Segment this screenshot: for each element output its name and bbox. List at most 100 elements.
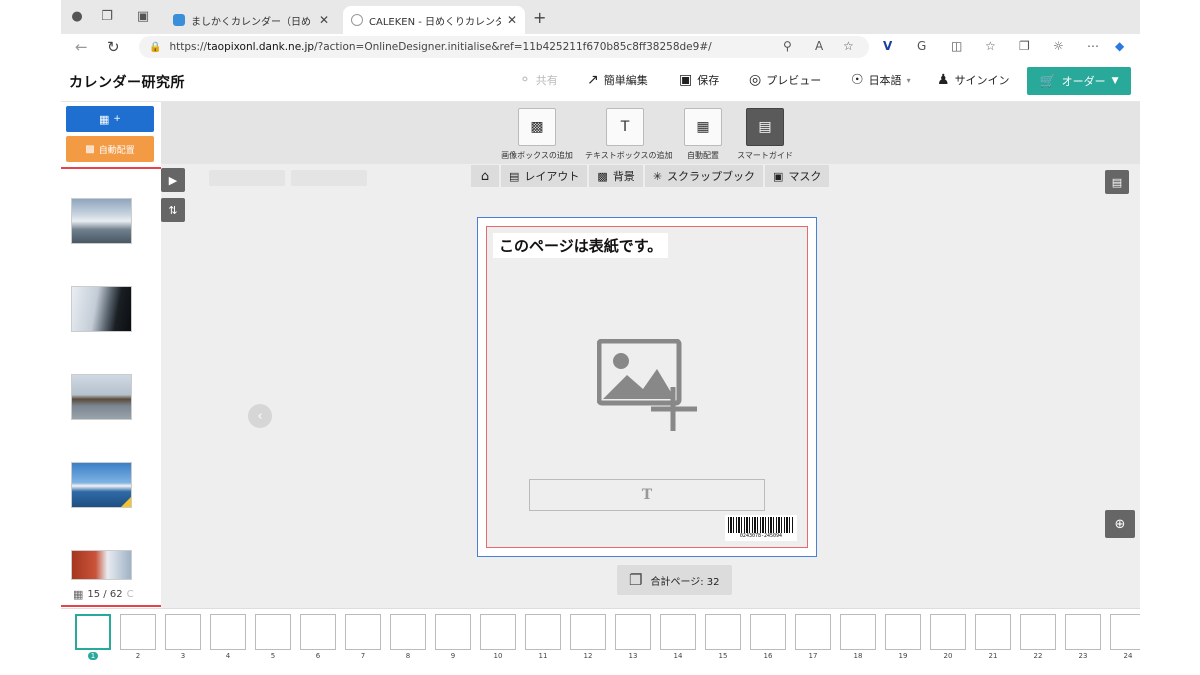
photo-panel: ▦ + ▩ 自動配置 ▦ 15 / 62 C	[61, 102, 166, 608]
page-thumbnail[interactable]	[255, 614, 291, 650]
page-thumbnail[interactable]	[1110, 614, 1140, 650]
text-placeholder-box[interactable]: T	[529, 479, 765, 511]
external-edit-icon: ↗	[587, 72, 599, 88]
scrapbook-icon: ✳	[652, 169, 663, 183]
back-icon[interactable]: ←	[75, 38, 88, 56]
page-thumbnail[interactable]	[1020, 614, 1056, 650]
pages-icon: ❐	[629, 571, 643, 589]
page-thumbnail[interactable]	[345, 614, 381, 650]
url-field[interactable]: 🔒 https://taopixonl.dank.ne.jp/?action=O…	[139, 36, 869, 58]
chevron-down-icon: ▼	[1111, 76, 1119, 86]
close-tab-icon[interactable]: ✕	[319, 13, 329, 27]
read-aloud-icon[interactable]: A	[815, 39, 823, 53]
zoom-button[interactable]: ⊕	[1105, 510, 1135, 538]
eye-icon: ◎	[749, 72, 762, 88]
page-thumbnail[interactable]	[570, 614, 606, 650]
tab-title: CALEKEN - 日めくりカレンダーを	[369, 16, 501, 28]
page-thumbnail[interactable]	[120, 614, 156, 650]
page-thumbnail[interactable]	[435, 614, 471, 650]
page-thumbnail[interactable]	[300, 614, 336, 650]
page-number: 15	[718, 652, 728, 660]
page-number: 10	[493, 652, 503, 660]
profile-icon[interactable]: ●	[69, 9, 85, 25]
add-text-box-tool[interactable]: T テキストボックスの追加	[585, 108, 673, 161]
copilot-icon[interactable]: ◆	[1115, 39, 1124, 53]
save-button[interactable]: ▣ 保存	[679, 72, 719, 88]
page-thumbnail[interactable]	[975, 614, 1011, 650]
disabled-control	[291, 170, 367, 186]
tab-background[interactable]: ▩ 背景	[589, 165, 643, 187]
auto-place-icon: ▦	[684, 108, 722, 146]
page-thumbnail[interactable]	[840, 614, 876, 650]
app-frame: ● ❐ ▣ ましかくカレンダー（日めくり） - ✕ CALEKEN - 日めくり…	[61, 0, 1140, 675]
more-menu-icon[interactable]: ⋯	[1087, 39, 1099, 53]
workspaces-icon[interactable]: ❐	[99, 9, 115, 25]
chevron-left-icon: ‹	[257, 408, 263, 424]
cover-text-box[interactable]: このページは表紙です。	[493, 233, 669, 258]
page-settings-button[interactable]: ▤	[1105, 170, 1129, 194]
page-thumbnail[interactable]	[210, 614, 246, 650]
share-icon: ⚬	[519, 72, 531, 88]
tab-layout[interactable]: ▤ レイアウト	[501, 165, 588, 187]
favorites-icon[interactable]: ☆	[985, 39, 996, 53]
smart-guide-tool[interactable]: ▤ スマートガイド	[725, 108, 805, 161]
language-select[interactable]: ☉ 日本語 ▾	[851, 72, 911, 88]
new-tab-icon[interactable]: +	[533, 8, 546, 27]
share-button[interactable]: ⚬ 共有	[519, 72, 558, 88]
page-thumbnail[interactable]	[480, 614, 516, 650]
page-thumbnail[interactable]	[705, 614, 741, 650]
page-thumbnail[interactable]	[930, 614, 966, 650]
barcode-bars	[728, 517, 794, 533]
tab-mask[interactable]: ▣ マスク	[765, 165, 830, 187]
mask-icon: ▣	[773, 169, 784, 183]
page-number: 4	[225, 652, 231, 660]
favorite-star-icon[interactable]: ☆	[843, 39, 854, 53]
reload-icon[interactable]: ↻	[107, 38, 120, 56]
tab-scrapbook[interactable]: ✳ スクラップブック	[644, 165, 764, 187]
add-photo-button[interactable]: ▦ +	[66, 106, 154, 132]
order-button[interactable]: 🛒 オーダー ▼	[1027, 67, 1131, 95]
total-pages-badge: ❐ 合計ページ: 32	[617, 565, 732, 595]
auto-place-button[interactable]: ▩ 自動配置	[66, 136, 154, 162]
page-thumbnail[interactable]	[390, 614, 426, 650]
cover-page[interactable]: このページは表紙です。 T 0243078-245094	[477, 217, 817, 557]
barcode-number: 0243078-245094	[739, 533, 783, 539]
extensions-icon[interactable]: ☼	[1053, 39, 1064, 53]
save-disk-icon: ▣	[679, 72, 693, 88]
sort-button[interactable]: ⇅	[161, 198, 185, 222]
extension-v-icon[interactable]: V	[883, 39, 892, 53]
easy-edit-button[interactable]: ↗ 簡単編集	[587, 72, 648, 88]
add-image-box-tool[interactable]: ▩ 画像ボックスの追加	[497, 108, 577, 161]
page-thumbnail[interactable]	[165, 614, 201, 650]
page-thumbnail[interactable]	[885, 614, 921, 650]
page-thumbnail[interactable]	[1065, 614, 1101, 650]
key-icon[interactable]: ⚲	[783, 39, 792, 53]
expand-panel-button[interactable]: ▶	[161, 168, 185, 192]
auto-place-icon: ▩	[85, 143, 95, 155]
page-thumbnail[interactable]	[795, 614, 831, 650]
site-logo[interactable]: カレンダー研究所	[69, 72, 185, 92]
split-screen-icon[interactable]: ◫	[951, 39, 962, 53]
zoom-in-icon: ⊕	[1114, 516, 1126, 532]
page-number: 19	[898, 652, 908, 660]
browser-tab-inactive[interactable]: ましかくカレンダー（日めくり） - ✕	[165, 6, 337, 34]
page-number: 3	[180, 652, 186, 660]
collections-icon[interactable]: ❐	[1019, 39, 1030, 53]
signin-button[interactable]: ♟ サインイン	[937, 72, 1010, 88]
browser-tab-active[interactable]: CALEKEN - 日めくりカレンダーを ✕	[343, 6, 525, 34]
extension-c-icon[interactable]: G	[917, 39, 926, 53]
page-thumbnail[interactable]	[660, 614, 696, 650]
page-number: 8	[405, 652, 411, 660]
preview-button[interactable]: ◎ プレビュー	[749, 72, 821, 88]
page-thumbnail[interactable]	[615, 614, 651, 650]
chevron-down-icon: ▾	[906, 75, 911, 85]
page-thumbnail[interactable]	[750, 614, 786, 650]
tab-home[interactable]: ⌂	[471, 165, 499, 187]
image-placeholder-icon[interactable]	[597, 339, 701, 431]
page-thumbnail[interactable]	[75, 614, 111, 650]
tab-actions-icon[interactable]: ▣	[135, 9, 151, 25]
page-thumbnail[interactable]	[525, 614, 561, 650]
prev-page-button[interactable]: ‹	[248, 404, 272, 428]
close-tab-icon[interactable]: ✕	[507, 13, 517, 27]
sort-arrows-icon: ⇅	[168, 203, 178, 217]
